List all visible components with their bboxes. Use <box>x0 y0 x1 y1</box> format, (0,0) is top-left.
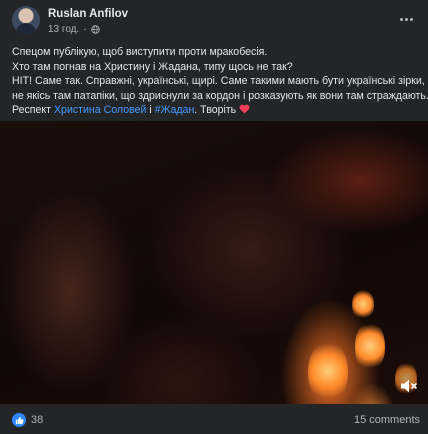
mention-link[interactable]: Христина Соловей <box>54 104 146 116</box>
author-name[interactable]: Ruslan Anfilov <box>48 8 128 20</box>
globe-icon <box>90 25 100 34</box>
respect-suffix: . Творіть <box>194 104 237 116</box>
respect-prefix: Респект <box>12 104 52 116</box>
post-header: Ruslan Anfilov 13 год. · <box>0 0 428 40</box>
more-options-icon[interactable] <box>396 11 416 27</box>
comments-count[interactable]: 15 comments <box>354 414 420 426</box>
heart-icon <box>239 104 250 114</box>
flame-light <box>355 321 385 371</box>
post-text: Спецом публікую, щоб виступити проти мра… <box>12 45 428 118</box>
post-meta: 13 год. · <box>48 24 100 35</box>
post-footer: 38 15 comments <box>0 404 428 434</box>
thumbs-up-glyph <box>15 416 24 424</box>
post-line: Спецом публікую, щоб виступити проти мра… <box>12 46 268 58</box>
hashtag-link[interactable]: #Жадан <box>155 104 195 116</box>
thumbs-up-icon[interactable] <box>12 413 26 427</box>
flame-light <box>308 341 348 401</box>
flame-light <box>352 289 374 319</box>
video-player[interactable] <box>0 121 428 404</box>
post-line: НІТ! Саме так. Справжні, українські, щир… <box>12 75 428 87</box>
dot-separator: · <box>83 24 87 35</box>
respect-line: Респект Христина Соловей і #Жадан. Творі… <box>12 103 422 118</box>
post-line: Хто там погнав на Христину і Жадана, тип… <box>12 60 293 73</box>
avatar[interactable] <box>12 6 40 34</box>
reaction-count[interactable]: 38 <box>31 414 43 426</box>
post-time[interactable]: 13 год. <box>48 24 79 35</box>
post-line: не якісь там пaтапіки, що здриснули за к… <box>12 89 428 102</box>
speaker-muted-icon[interactable] <box>400 378 418 394</box>
